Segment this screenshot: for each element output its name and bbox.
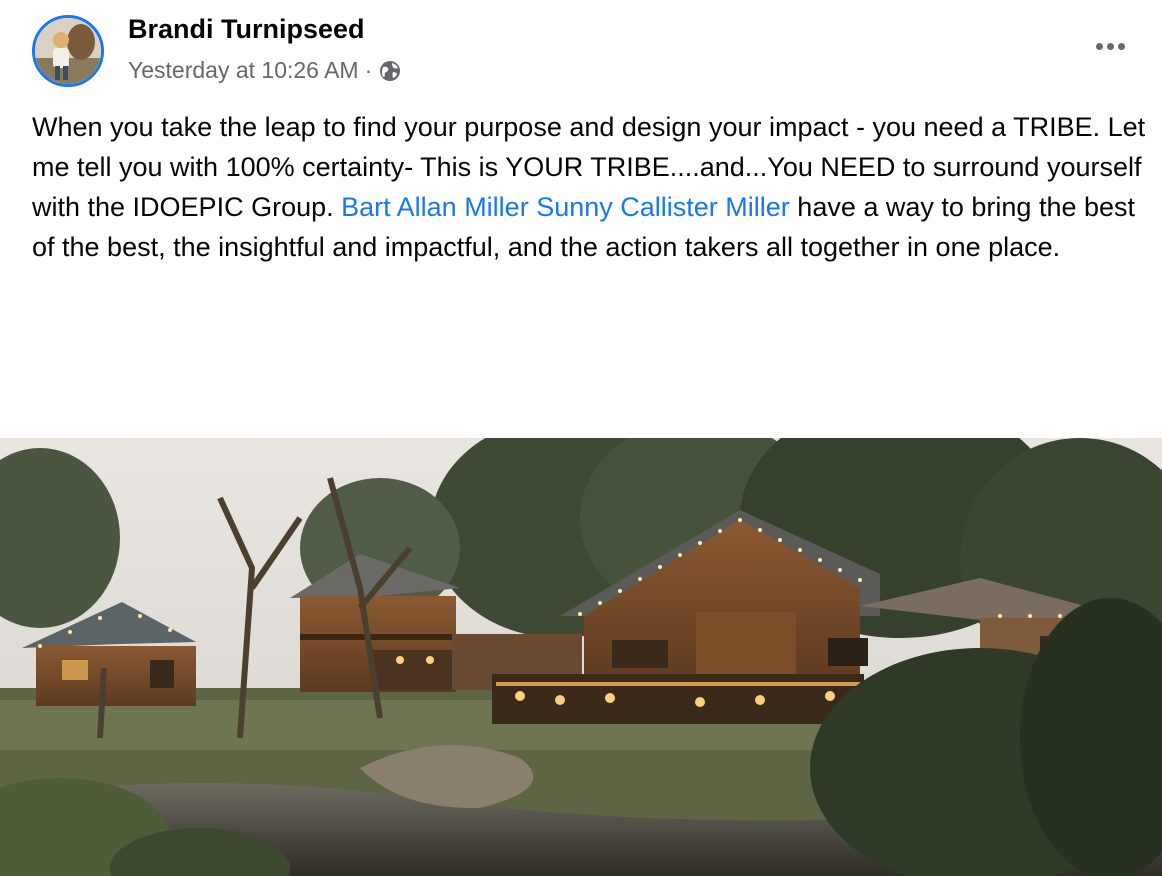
mention-bart-allan-miller[interactable]: Bart Allan Miller (341, 192, 529, 222)
post-timestamp[interactable]: Yesterday at 10:26 AM (128, 57, 359, 84)
post-meta: Yesterday at 10:26 AM · (128, 57, 402, 84)
more-options-button[interactable] (1090, 26, 1130, 66)
avatar-image (35, 18, 101, 84)
author-name[interactable]: Brandi Turnipseed (128, 14, 365, 45)
author-avatar[interactable] (32, 15, 104, 87)
meta-separator: · (364, 57, 373, 83)
post-text: When you take the leap to find your purp… (32, 107, 1152, 267)
post-photo[interactable] (0, 438, 1162, 876)
mention-sunny-callister-miller[interactable]: Sunny Callister Miller (536, 192, 790, 222)
post-header: Brandi Turnipseed Yesterday at 10:26 AM … (0, 0, 1162, 100)
globe-icon[interactable] (378, 59, 402, 83)
ellipsis-icon (1095, 42, 1103, 50)
